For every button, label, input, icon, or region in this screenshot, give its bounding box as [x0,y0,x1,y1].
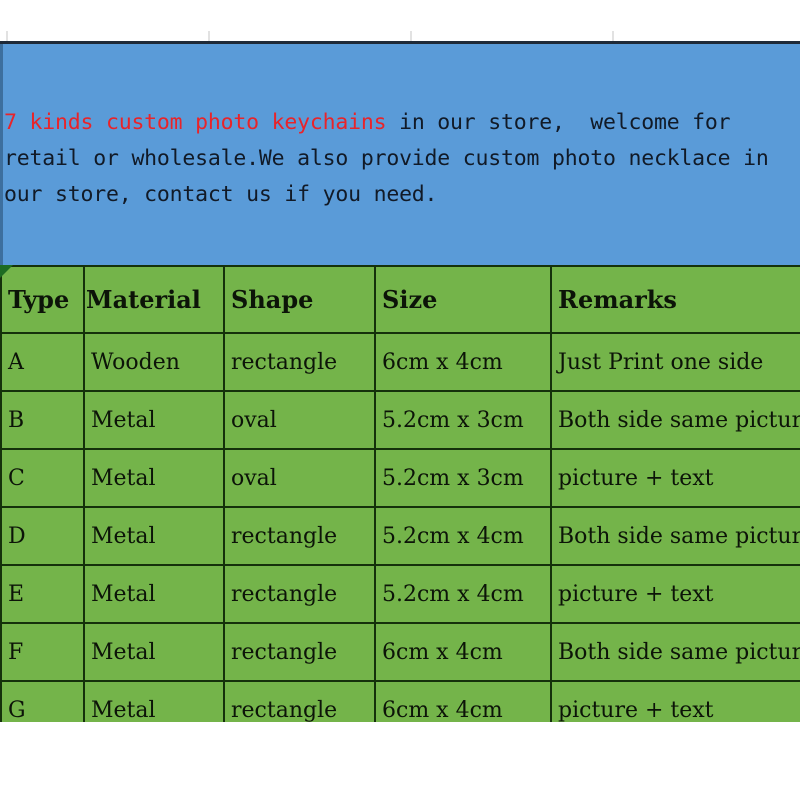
cell-remarks: Both side same picture [550,506,800,566]
table-row: A Wooden rectangle 6cm x 4cm Just Print … [0,332,800,392]
cell-type: B [0,390,85,450]
cell-type: A [0,332,85,392]
cell-material: Metal [83,390,225,450]
cell-size: 5.2cm x 3cm [374,448,552,508]
cell-shape: rectangle [223,622,376,682]
table-row: E Metal rectangle 5.2cm x 4cm picture + … [0,564,800,624]
ruler-tick [410,31,412,41]
table-row: B Metal oval 5.2cm x 3cm Both side same … [0,390,800,450]
column-header-type: Type [0,265,85,334]
cell-material: Metal [83,448,225,508]
column-header-size: Size [374,265,552,334]
column-header-shape: Shape [223,265,376,334]
cell-size: 6cm x 4cm [374,622,552,682]
cell-remarks: Both side same picture [550,390,800,450]
cell-shape: rectangle [223,564,376,624]
cell-material: Metal [83,680,225,722]
cell-shape: rectangle [223,332,376,392]
ruler-tick [6,31,8,41]
ruler-tick [208,31,210,41]
cell-material: Metal [83,506,225,566]
cell-type: D [0,506,85,566]
spec-table-body: A Wooden rectangle 6cm x 4cm Just Print … [0,332,800,722]
cell-size: 5.2cm x 4cm [374,506,552,566]
cell-type: F [0,622,85,682]
table-row: D Metal rectangle 5.2cm x 4cm Both side … [0,506,800,566]
cell-shape: oval [223,390,376,450]
table-header-row: Type Material Shape Size Remarks [0,265,800,334]
cell-size: 6cm x 4cm [374,680,552,722]
cell-size: 5.2cm x 3cm [374,390,552,450]
cell-material: Metal [83,564,225,624]
table-row: F Metal rectangle 6cm x 4cm Both side sa… [0,622,800,682]
cell-material: Wooden [83,332,225,392]
ruler-tick [612,31,614,41]
page-root: 7 kinds custom photo keychains in our st… [0,0,800,800]
cell-size: 6cm x 4cm [374,332,552,392]
cell-shape: rectangle [223,506,376,566]
column-header-remarks: Remarks [550,265,800,334]
cell-remarks: Just Print one side [550,332,800,392]
cell-shape: rectangle [223,680,376,722]
promo-banner-text: 7 kinds custom photo keychains in our st… [4,105,796,213]
cell-remarks: picture + text [550,564,800,624]
table-row: C Metal oval 5.2cm x 3cm picture + text [0,448,800,508]
cell-remarks: picture + text [550,448,800,508]
ruler-tick-strip [0,0,800,41]
cell-type: G [0,680,85,722]
promo-banner: 7 kinds custom photo keychains in our st… [0,41,800,265]
banner-left-edge [0,44,3,265]
cell-type: E [0,564,85,624]
cell-material: Metal [83,622,225,682]
spec-table-container: Type Material Shape Size Remarks A Woode… [0,265,800,722]
column-header-material: Material [83,265,225,334]
keychain-spec-table: Type Material Shape Size Remarks A Woode… [0,265,800,722]
spec-table-header: Type Material Shape Size Remarks [0,265,800,334]
cell-type: C [0,448,85,508]
promo-highlight-text: 7 kinds custom photo keychains [4,110,387,135]
cell-remarks: picture + text [550,680,800,722]
table-row: G Metal rectangle 6cm x 4cm picture + te… [0,680,800,722]
cell-size: 5.2cm x 4cm [374,564,552,624]
cell-remarks: Both side same picture [550,622,800,682]
cell-shape: oval [223,448,376,508]
